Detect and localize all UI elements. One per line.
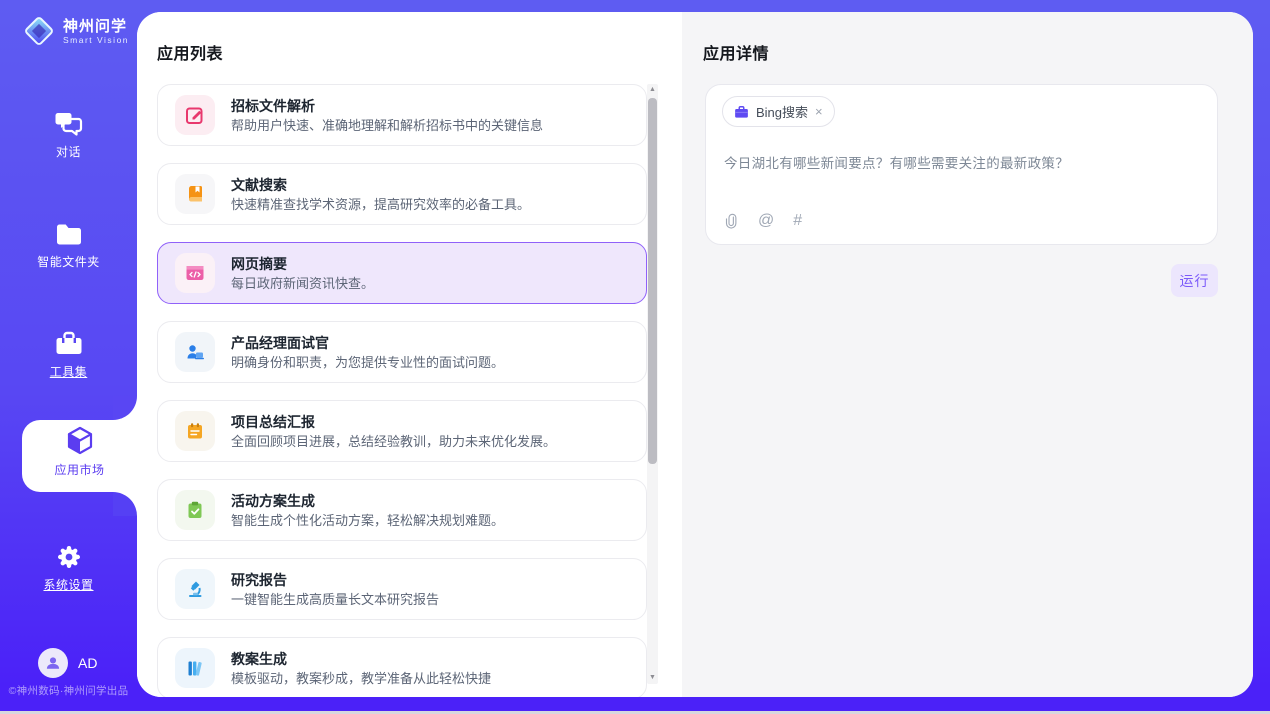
scroll-down-icon[interactable]: ▼ (647, 672, 658, 684)
app-list-panel: 应用列表 招标文件解析 帮助用户快速、准确地理解和解析招标书中的关键信息 (137, 12, 682, 697)
app-list-title: 应用列表 (157, 40, 223, 64)
app-list-scrollbar[interactable]: ▲ ▼ (647, 84, 658, 684)
clipboard-check-icon (185, 500, 205, 520)
sidebar-item-label: 对话 (0, 143, 137, 160)
app-detail-title: 应用详情 (703, 40, 769, 64)
toolbox-icon (54, 330, 84, 358)
sidebar-item-app-market-active[interactable]: 应用市场 (22, 420, 137, 492)
chip-close-icon[interactable]: × (815, 105, 823, 118)
app-title: 文献搜索 (231, 176, 530, 194)
scrollbar-thumb[interactable] (648, 98, 657, 464)
tool-chip-bing-search[interactable]: Bing搜索 × (722, 96, 835, 127)
icon-tile (175, 569, 215, 609)
document-edit-icon (185, 105, 205, 125)
app-title: 网页摘要 (231, 255, 374, 273)
sidebar-item-label: 智能文件夹 (0, 253, 137, 270)
chat-icon (54, 110, 84, 138)
attachment-icon[interactable] (724, 212, 739, 229)
sidebar-item-label: 工具集 (0, 363, 137, 380)
main-content: 应用列表 招标文件解析 帮助用户快速、准确地理解和解析招标书中的关键信息 (137, 12, 1253, 697)
brand-subtitle: Smart Vision (63, 35, 129, 45)
sidebar-item-toolbox[interactable]: 工具集 (0, 330, 137, 380)
sidebar-item-label: 应用市场 (22, 461, 137, 478)
folder-icon (54, 222, 84, 248)
app-desc: 明确身份和职责，为您提供专业性的面试问题。 (231, 355, 504, 371)
app-detail-panel: 应用详情 Bing搜索 × 今日湖北有哪些新闻要点？有哪些需要关注的最新政策？ … (682, 12, 1253, 697)
browser-code-icon (185, 263, 205, 283)
app-title: 教案生成 (231, 650, 491, 668)
app-desc: 全面回顾项目进展，总结经验教训，助力未来优化发展。 (231, 434, 556, 450)
copyright-text: ©神州数码·神州问学出品 (0, 683, 137, 698)
app-title: 活动方案生成 (231, 492, 504, 510)
app-desc: 一键智能生成高质量长文本研究报告 (231, 592, 439, 608)
app-card-list: 招标文件解析 帮助用户快速、准确地理解和解析招标书中的关键信息 文献搜索 快速精… (157, 84, 647, 697)
user-initials: AD (78, 655, 97, 671)
icon-tile (175, 332, 215, 372)
app-title: 产品经理面试官 (231, 334, 504, 352)
user-account[interactable]: AD (38, 648, 97, 678)
books-icon (185, 658, 205, 678)
avatar (38, 648, 68, 678)
app-card-literature-search[interactable]: 文献搜索 快速精准查找学术资源，提高研究效率的必备工具。 (157, 163, 647, 225)
microscope-icon (185, 579, 205, 599)
sidebar-item-label: 系统设置 (0, 576, 137, 593)
app-desc: 每日政府新闻资讯快查。 (231, 276, 374, 292)
gear-icon (55, 543, 83, 571)
app-card-project-summary[interactable]: 项目总结汇报 全面回顾项目进展，总结经验教训，助力未来优化发展。 (157, 400, 647, 462)
interviewer-icon (185, 342, 205, 362)
app-desc: 模板驱动，教案秒成，教学准备从此轻松快捷 (231, 671, 491, 687)
app-desc: 智能生成个性化活动方案，轻松解决规划难题。 (231, 513, 504, 529)
app-card-event-plan[interactable]: 活动方案生成 智能生成个性化活动方案，轻松解决规划难题。 (157, 479, 647, 541)
icon-tile (175, 411, 215, 451)
app-card-bid-document-analysis[interactable]: 招标文件解析 帮助用户快速、准确地理解和解析招标书中的关键信息 (157, 84, 647, 146)
app-card-webpage-summary-selected[interactable]: 网页摘要 每日政府新闻资讯快查。 (157, 242, 647, 304)
composer-toolbar: @ # (724, 212, 802, 229)
app-card-pm-interviewer[interactable]: 产品经理面试官 明确身份和职责，为您提供专业性的面试问题。 (157, 321, 647, 383)
icon-tile (175, 490, 215, 530)
prompt-composer[interactable]: Bing搜索 × 今日湖北有哪些新闻要点？有哪些需要关注的最新政策？ @ # (705, 84, 1218, 245)
prompt-text[interactable]: 今日湖北有哪些新闻要点？有哪些需要关注的最新政策？ (724, 152, 1199, 172)
app-title: 项目总结汇报 (231, 413, 556, 431)
sidebar-item-chat[interactable]: 对话 (0, 110, 137, 160)
diamond-logo-icon (22, 13, 56, 49)
icon-tile (175, 95, 215, 135)
app-card-lesson-plan[interactable]: 教案生成 模板驱动，教案秒成，教学准备从此轻松快捷 (157, 637, 647, 697)
brand-logo: 神州问学 Smart Vision (22, 13, 129, 49)
report-note-icon (185, 421, 205, 441)
app-card-research-report[interactable]: 研究报告 一键智能生成高质量长文本研究报告 (157, 558, 647, 620)
icon-tile (175, 174, 215, 214)
icon-tile (175, 648, 215, 688)
sidebar-item-settings[interactable]: 系统设置 (0, 543, 137, 593)
tool-chip-label: Bing搜索 (756, 102, 808, 121)
sidebar-item-smart-folder[interactable]: 智能文件夹 (0, 222, 137, 270)
briefcase-icon (734, 105, 749, 119)
active-tab-curve-top (113, 396, 137, 420)
cube-icon (62, 423, 98, 459)
sidebar: 神州问学 Smart Vision 对话 智能文件夹 工具集 应 (0, 0, 137, 714)
app-title: 招标文件解析 (231, 97, 543, 115)
app-desc: 帮助用户快速、准确地理解和解析招标书中的关键信息 (231, 118, 543, 134)
mention-icon[interactable]: @ (758, 213, 774, 229)
hash-icon[interactable]: # (793, 213, 802, 229)
app-desc: 快速精准查找学术资源，提高研究效率的必备工具。 (231, 197, 530, 213)
user-icon (44, 654, 62, 672)
icon-tile (175, 253, 215, 293)
scroll-up-icon[interactable]: ▲ (647, 84, 658, 96)
active-tab-curve-bottom (113, 492, 137, 516)
brand-name: 神州问学 (63, 18, 129, 35)
app-title: 研究报告 (231, 571, 439, 589)
run-button[interactable]: 运行 (1171, 264, 1218, 297)
book-icon (185, 184, 205, 204)
